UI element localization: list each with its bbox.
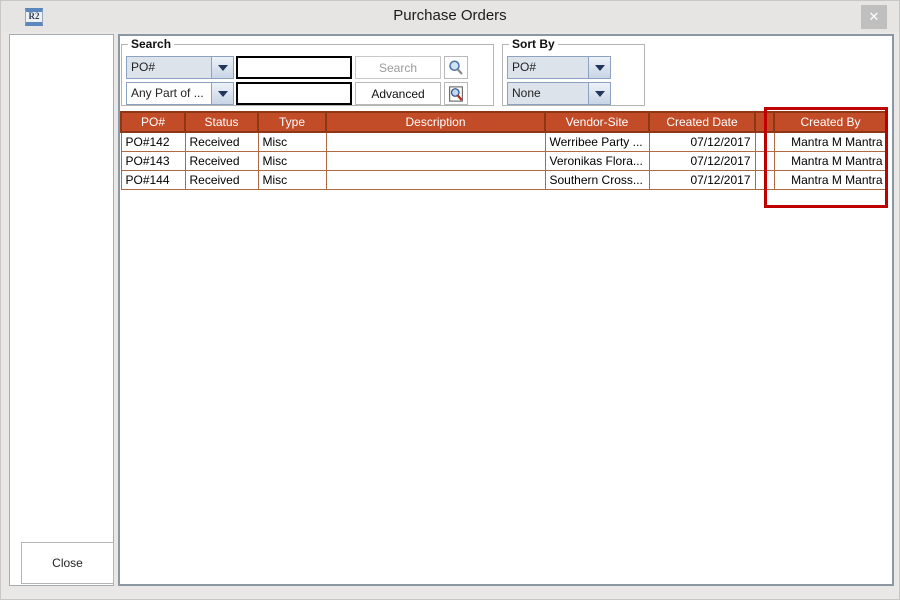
- magnifier-icon: [447, 59, 465, 77]
- table-cell[interactable]: Werribee Party ...: [545, 132, 649, 151]
- orders-table: PO#StatusTypeDescriptionVendor-SiteCreat…: [120, 111, 888, 190]
- table-cell[interactable]: PO#144: [121, 170, 185, 189]
- titlebar: R2 Purchase Orders ✕: [1, 1, 899, 32]
- window-close-icon[interactable]: ✕: [861, 5, 887, 29]
- table-cell[interactable]: 07/12/2017: [649, 170, 755, 189]
- column-header[interactable]: Status: [185, 112, 258, 132]
- table-cell[interactable]: [326, 170, 545, 189]
- search-keyword-input[interactable]: [236, 82, 352, 105]
- table-cell[interactable]: Received: [185, 170, 258, 189]
- table-cell[interactable]: [755, 151, 774, 170]
- sort-primary-dropdown[interactable]: PO#: [507, 56, 611, 79]
- document-magnifier-icon: [447, 85, 465, 103]
- chevron-down-icon[interactable]: [211, 57, 233, 78]
- column-header[interactable]: Created By: [774, 112, 887, 132]
- table-row[interactable]: PO#144ReceivedMisc Southern Cross...07/12…: [121, 170, 887, 189]
- sort-primary-dropdown-value: PO#: [508, 57, 588, 78]
- column-header[interactable]: Created Date: [649, 112, 755, 132]
- search-group-label: Search: [128, 37, 174, 51]
- sort-secondary-dropdown-value: None: [508, 83, 588, 104]
- table-cell[interactable]: Veronikas Flora...: [545, 151, 649, 170]
- column-header[interactable]: Description: [326, 112, 545, 132]
- table-cell[interactable]: Mantra M Mantra: [774, 151, 887, 170]
- advanced-find-icon-button[interactable]: [444, 82, 468, 105]
- table-cell[interactable]: PO#142: [121, 132, 185, 151]
- sort-by-group-label: Sort By: [509, 37, 558, 51]
- left-panel: Close: [9, 34, 114, 586]
- search-field-dropdown[interactable]: PO#: [126, 56, 234, 79]
- table-cell[interactable]: Misc: [258, 170, 326, 189]
- chevron-down-icon[interactable]: [588, 83, 610, 104]
- table-cell[interactable]: Misc: [258, 151, 326, 170]
- search-match-dropdown[interactable]: Any Part of ...: [126, 82, 234, 105]
- column-header[interactable]: Type: [258, 112, 326, 132]
- sort-by-group: Sort By PO# None: [502, 44, 645, 106]
- window-title: Purchase Orders: [1, 7, 899, 24]
- table-cell[interactable]: Received: [185, 132, 258, 151]
- search-field-input[interactable]: [236, 56, 352, 79]
- advanced-button[interactable]: Advanced: [355, 82, 441, 105]
- table-row[interactable]: PO#143ReceivedMisc Veronikas Flora...07/1…: [121, 151, 887, 170]
- table-row[interactable]: PO#142ReceivedMisc Werribee Party ...07/1…: [121, 132, 887, 151]
- table-cell[interactable]: PO#143: [121, 151, 185, 170]
- chevron-down-icon[interactable]: [588, 57, 610, 78]
- close-button[interactable]: Close: [21, 542, 114, 584]
- search-field-dropdown-value: PO#: [127, 57, 211, 78]
- table-cell[interactable]: Received: [185, 151, 258, 170]
- search-group: Search PO# Search Any Part of ... Advanc…: [121, 44, 494, 106]
- table-cell[interactable]: [326, 151, 545, 170]
- chevron-down-icon[interactable]: [211, 83, 233, 104]
- purchase-orders-dialog: R2 Purchase Orders ✕ Close Search PO# Se…: [0, 0, 900, 600]
- table-cell[interactable]: Southern Cross...: [545, 170, 649, 189]
- search-match-dropdown-value: Any Part of ...: [127, 83, 211, 104]
- search-button[interactable]: Search: [355, 56, 441, 79]
- table-cell[interactable]: [755, 132, 774, 151]
- table-header-row: PO#StatusTypeDescriptionVendor-SiteCreat…: [121, 112, 887, 132]
- table-cell[interactable]: 07/12/2017: [649, 151, 755, 170]
- table-cell[interactable]: [755, 170, 774, 189]
- table-cell[interactable]: [326, 132, 545, 151]
- column-header[interactable]: PO#: [121, 112, 185, 132]
- column-header[interactable]: [755, 112, 774, 132]
- main-panel: Search PO# Search Any Part of ... Advanc…: [118, 34, 894, 586]
- table-cell[interactable]: Mantra M Mantra: [774, 132, 887, 151]
- table-cell[interactable]: Mantra M Mantra: [774, 170, 887, 189]
- magnifier-icon-button[interactable]: [444, 56, 468, 79]
- table-cell[interactable]: 07/12/2017: [649, 132, 755, 151]
- table-cell[interactable]: Misc: [258, 132, 326, 151]
- sort-secondary-dropdown[interactable]: None: [507, 82, 611, 105]
- column-header[interactable]: Vendor-Site: [545, 112, 649, 132]
